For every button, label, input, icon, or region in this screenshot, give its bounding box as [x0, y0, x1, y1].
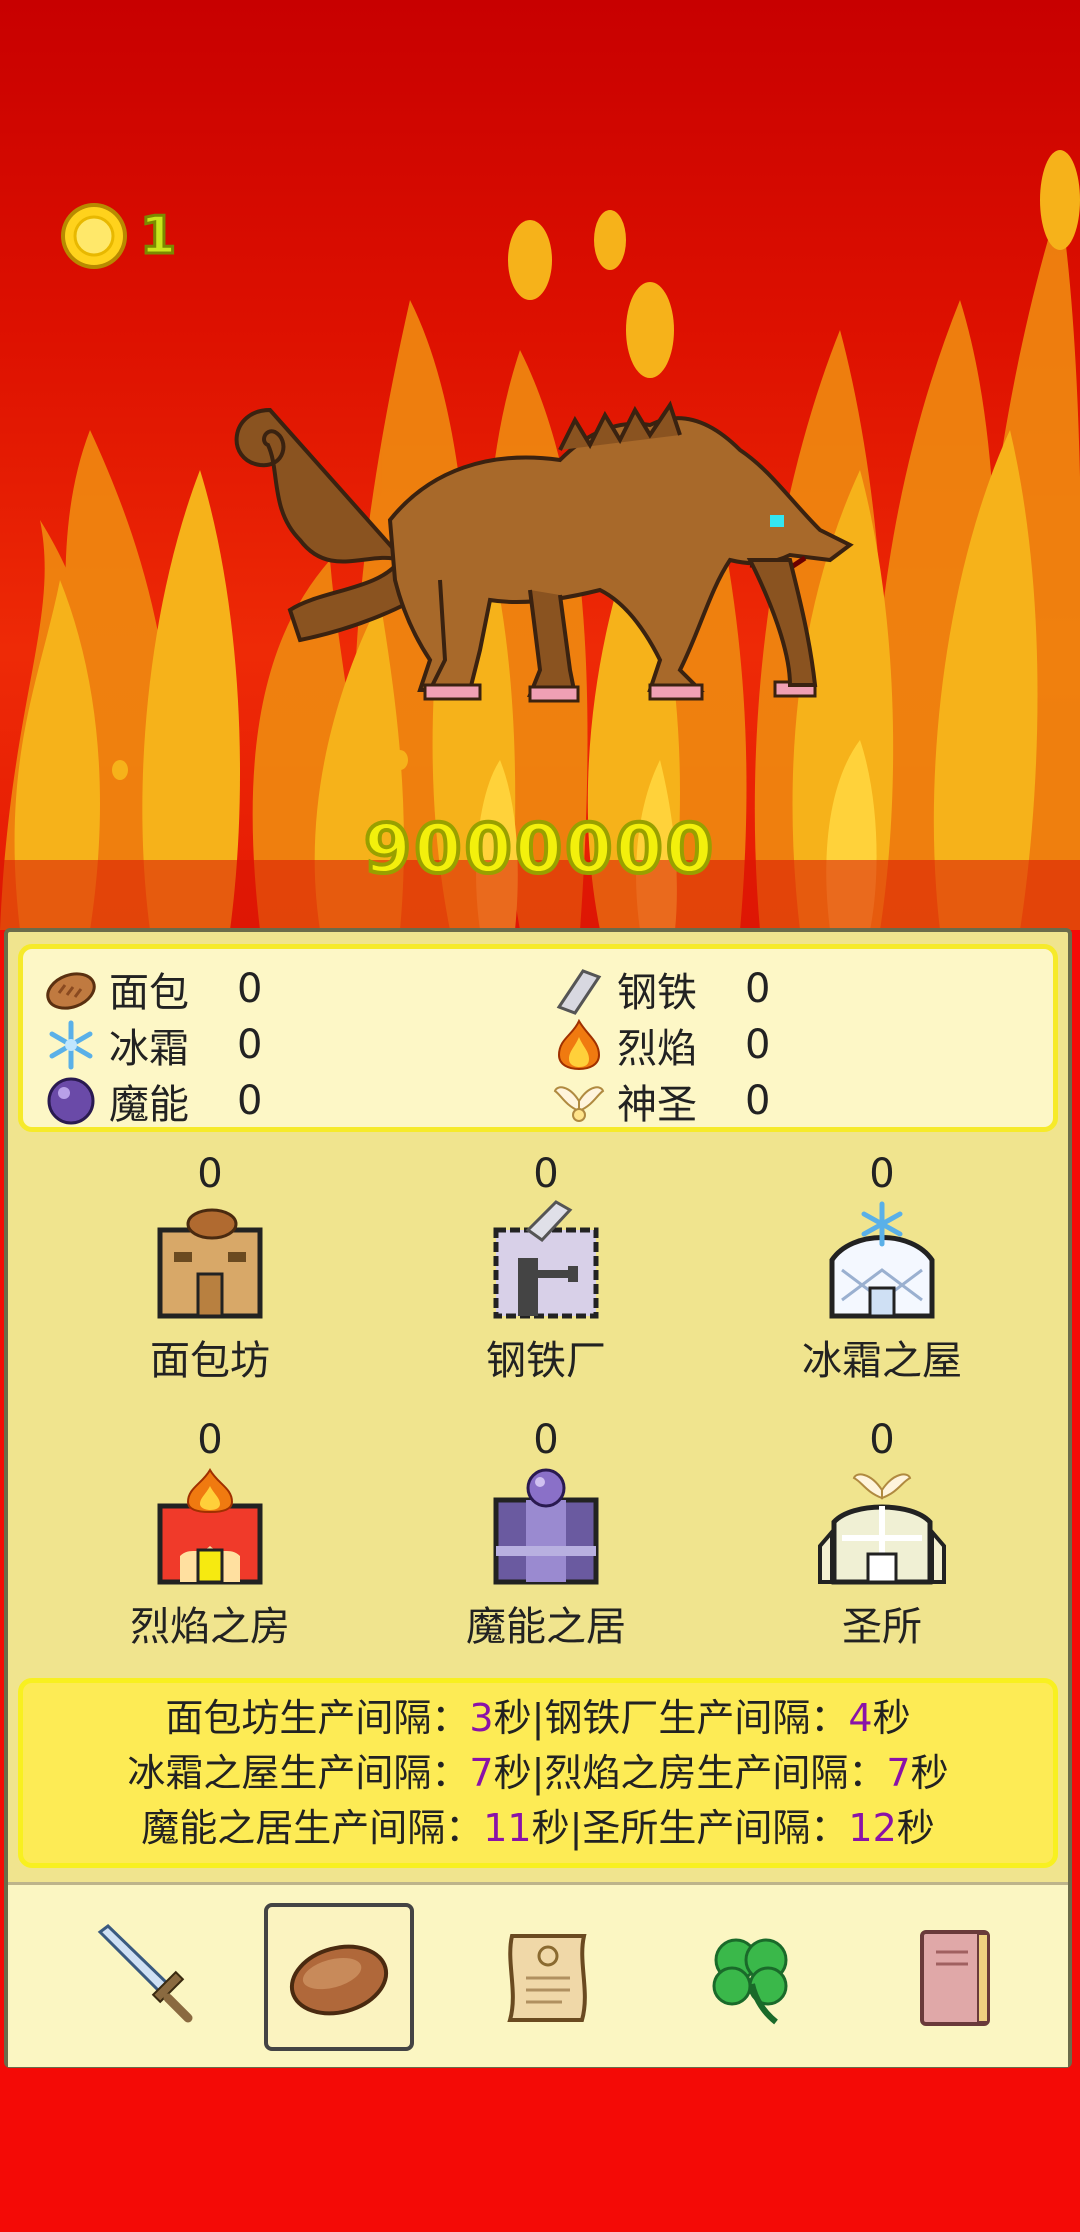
resource-bread: 面包 0	[45, 961, 262, 1017]
sanctuary-icon	[818, 1473, 946, 1585]
resource-holy: 神圣 0	[553, 1073, 770, 1129]
building-count: 0	[197, 1417, 223, 1463]
bread-icon	[46, 972, 96, 1010]
building-count: 0	[869, 1151, 895, 1197]
tab-luck[interactable]	[676, 1903, 826, 2051]
building-sanctuary[interactable]: 0 圣所	[732, 1414, 1032, 1652]
scroll-icon	[507, 1934, 587, 2022]
bakery-icon	[157, 1208, 263, 1319]
building-name: 面包坊	[150, 1338, 270, 1384]
building-name: 冰霜之屋	[802, 1338, 962, 1384]
flame-house-icon	[157, 1467, 263, 1585]
magic-dwelling-icon	[493, 1468, 599, 1585]
building-count: 0	[869, 1417, 895, 1463]
interval-line-2: 冰霜之屋生产间隔：7秒|烈焰之房生产间隔：7秒	[127, 1751, 949, 1795]
frost-house-icon	[829, 1201, 935, 1319]
resource-value: 0	[237, 1078, 263, 1124]
building-count: 0	[197, 1151, 223, 1197]
resource-box: 面包 0 钢铁 0 冰霜 0 烈焰 0 魔能 0 神圣 0	[18, 944, 1058, 1132]
building-name: 钢铁厂	[486, 1338, 606, 1384]
main-panel: 面包 0 钢铁 0 冰霜 0 烈焰 0 魔能 0 神圣 0 0 面包坊 0 钢铁…	[4, 928, 1072, 2068]
building-frost-house[interactable]: 0 冰霜之屋	[732, 1148, 1032, 1386]
interval-line-1: 面包坊生产间隔：3秒|钢铁厂生产间隔：4秒	[165, 1696, 911, 1740]
building-name: 圣所	[842, 1604, 922, 1650]
frost-icon	[49, 1020, 93, 1070]
resource-flame: 烈焰 0	[553, 1017, 770, 1073]
enemy-hp: 9000000	[362, 808, 717, 891]
building-count: 0	[533, 1417, 559, 1463]
building-steelworks[interactable]: 0 钢铁厂	[396, 1148, 696, 1386]
battle-scene: 1 9000000	[0, 0, 1080, 930]
flame-icon	[557, 1019, 601, 1071]
resource-value: 0	[745, 966, 771, 1012]
sword-icon	[97, 1924, 193, 2023]
interval-line-3: 魔能之居生产间隔：11秒|圣所生产间隔：12秒	[141, 1806, 935, 1850]
coin-count: 1	[138, 205, 179, 268]
bread-icon	[289, 1944, 389, 2016]
clover-icon	[712, 1938, 788, 2025]
steelworks-icon	[493, 1200, 599, 1319]
resource-value: 0	[745, 1022, 771, 1068]
tab-battle[interactable]	[70, 1903, 220, 2051]
resource-steel: 钢铁 0	[553, 961, 770, 1017]
holy-wings-icon	[553, 1086, 605, 1122]
resource-value: 0	[237, 966, 263, 1012]
building-count: 0	[533, 1151, 559, 1197]
resource-frost: 冰霜 0	[45, 1017, 262, 1073]
tab-scroll[interactable]	[472, 1903, 622, 2051]
gold-coin-icon	[61, 203, 127, 269]
building-name: 魔能之居	[466, 1604, 626, 1650]
bottom-tab-bar	[8, 1882, 1068, 2067]
book-icon	[920, 1930, 990, 2026]
tab-book[interactable]	[878, 1903, 1028, 2051]
resource-magic: 魔能 0	[45, 1073, 262, 1129]
building-name: 烈焰之房	[130, 1604, 290, 1650]
tab-bread[interactable]	[264, 1903, 414, 2051]
magic-orb-icon	[47, 1077, 95, 1125]
production-intervals: 面包坊生产间隔：3秒|钢铁厂生产间隔：4秒 冰霜之屋生产间隔：7秒|烈焰之房生产…	[18, 1678, 1058, 1868]
building-magic-dwelling[interactable]: 0 魔能之居	[396, 1414, 696, 1652]
coin-counter: 1	[58, 200, 178, 272]
resource-value: 0	[745, 1078, 771, 1124]
building-flame-house[interactable]: 0 烈焰之房	[60, 1414, 360, 1652]
building-bakery[interactable]: 0 面包坊	[60, 1148, 360, 1386]
steel-icon	[556, 969, 602, 1015]
resource-value: 0	[237, 1022, 263, 1068]
fire-wolf-monster[interactable]	[230, 390, 860, 720]
